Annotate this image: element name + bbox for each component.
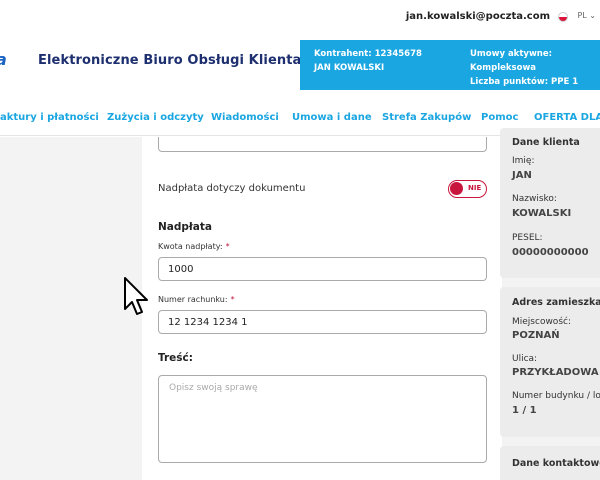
- building-value: 1 / 1: [512, 405, 537, 416]
- top-bar: jan.kowalski@poczta.com PL ⌄: [0, 0, 600, 36]
- toggle-knob: [450, 182, 463, 195]
- last-name-label: Nazwisko:: [512, 194, 557, 204]
- nav-shopping[interactable]: Strefa Zakupów: [382, 112, 471, 123]
- address-title: Adres zamieszkan: [512, 297, 600, 308]
- city-value: POZNAŃ: [512, 330, 560, 341]
- contracts-value: Kompleksowa: [470, 63, 537, 73]
- content-placeholder: Opisz swoją sprawę: [169, 383, 258, 393]
- city-label: Miejscowość:: [512, 317, 571, 327]
- overpayment-doc-toggle[interactable]: NIE: [448, 180, 487, 198]
- content-label: Treść:: [158, 352, 193, 364]
- street-label: Ulica:: [512, 354, 538, 364]
- nav-invoices[interactable]: aktury i płatności: [0, 112, 99, 123]
- nav-help[interactable]: Pomoc: [481, 112, 518, 123]
- mouse-cursor-icon: [124, 277, 148, 315]
- app-title: Elektroniczne Biuro Obsługi Klienta: [38, 53, 302, 68]
- account-info-box: Kontrahent: 12345678 JAN KOWALSKI Umowy …: [300, 40, 600, 90]
- required-mark: *: [225, 242, 230, 251]
- overpayment-doc-label: Nadpłata dotyczy dokumentu: [158, 183, 306, 194]
- content-textarea[interactable]: Opisz swoją sprawę: [158, 375, 487, 463]
- contact-panel: Dane kontaktowe: [500, 446, 600, 480]
- toggle-state: NIE: [468, 184, 482, 192]
- account-label: Numer rachunku: *: [158, 295, 235, 304]
- amount-input[interactable]: [158, 257, 487, 281]
- required-mark: *: [230, 295, 235, 304]
- contractor-name: JAN KOWALSKI: [314, 63, 385, 73]
- pesel-value: 00000000000: [512, 247, 589, 258]
- client-data-panel: Dane klienta Imię: JAN Nazwisko: KOWALSK…: [500, 128, 600, 278]
- address-panel: Adres zamieszkan Miejscowość: POZNAŃ Uli…: [500, 287, 600, 437]
- amount-label: Kwota nadpłaty: *: [158, 242, 230, 251]
- logo[interactable]: a: [0, 50, 7, 69]
- poland-flag-icon[interactable]: [558, 12, 568, 22]
- section-title: Nadpłata: [158, 221, 212, 233]
- nav-contract[interactable]: Umowa i dane: [292, 112, 372, 123]
- nav-messages[interactable]: Wiadomości: [211, 112, 279, 123]
- street-value: PRZYKŁADOWA: [512, 367, 599, 378]
- header: a Elektroniczne Biuro Obsługi Klienta Ko…: [0, 36, 600, 90]
- user-email[interactable]: jan.kowalski@poczta.com: [406, 11, 550, 22]
- last-name-value: KOWALSKI: [512, 208, 572, 219]
- contact-title: Dane kontaktowe: [512, 458, 600, 469]
- contractor-label: Kontrahent: 12345678: [314, 49, 422, 59]
- contracts-label: Umowy aktywne:: [470, 49, 553, 59]
- nav-offer[interactable]: OFERTA DLA C: [534, 112, 600, 123]
- first-name-label: Imię:: [512, 156, 535, 166]
- nav-consumption[interactable]: Zużycia i odczyty: [107, 112, 204, 123]
- points-label: Liczba punktów: PPE 1: [470, 77, 579, 87]
- account-input[interactable]: [158, 310, 487, 334]
- language-selector[interactable]: PL ⌄: [577, 11, 596, 20]
- building-label: Numer budynku / lok: [512, 391, 600, 401]
- client-data-title: Dane klienta: [512, 137, 580, 148]
- pesel-label: PESEL:: [512, 233, 543, 243]
- first-name-value: JAN: [512, 170, 532, 181]
